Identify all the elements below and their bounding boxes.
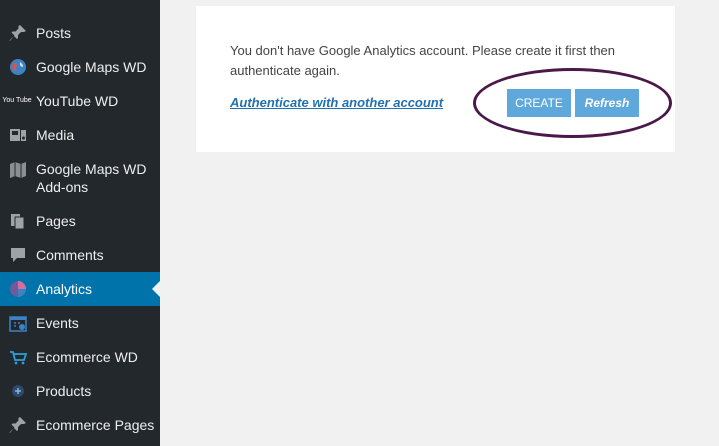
sidebar-item-label: Posts (36, 25, 72, 41)
sidebar-item-label: Pages (36, 213, 76, 229)
sidebar-item-media[interactable]: Media (0, 124, 160, 146)
sidebar-item-analytics[interactable]: Analytics (0, 272, 160, 306)
authenticate-another-account-link[interactable]: Authenticate with another account (230, 95, 443, 110)
globe-icon (8, 57, 28, 77)
sidebar-item-label: Analytics (36, 281, 93, 297)
sidebar-item-label-line2: Add-ons (36, 179, 89, 195)
sidebar-item-google-maps-wd[interactable]: Google Maps WD (0, 56, 160, 78)
sidebar-item-events[interactable]: Events (0, 312, 160, 334)
cart-icon (8, 347, 28, 367)
youtube-icon: You Tube (2, 97, 32, 104)
media-icon (8, 125, 28, 145)
analytics-auth-panel: You don't have Google Analytics account.… (196, 6, 675, 152)
sidebar-item-label: Comments (36, 247, 104, 263)
pushpin-icon (8, 23, 28, 43)
sidebar-item-label: Google Maps WD (36, 59, 147, 75)
calendar-icon (8, 313, 28, 333)
sidebar-item-google-maps-wd-addons[interactable]: Google Maps WD Add-ons (0, 158, 160, 198)
admin-sidebar: Posts Google Maps WD You Tube YouTube WD… (0, 0, 160, 446)
sidebar-item-posts[interactable]: Posts (0, 22, 160, 44)
sidebar-item-comments[interactable]: Comments (0, 244, 160, 266)
create-button[interactable]: CREATE (507, 89, 571, 117)
sidebar-item-label: Ecommerce Pages (36, 417, 155, 433)
sidebar-item-youtube-wd[interactable]: You Tube YouTube WD (0, 90, 160, 112)
sidebar-item-ecommerce-pages[interactable]: Ecommerce Pages (0, 414, 160, 436)
sidebar-item-label: Events (36, 315, 79, 331)
sidebar-item-label: Ecommerce WD (36, 349, 138, 365)
sidebar-item-ecommerce-wd[interactable]: Ecommerce WD (0, 346, 160, 368)
pushpin-icon (8, 415, 28, 435)
sidebar-item-label: Products (36, 383, 92, 399)
sidebar-item-products[interactable]: Products (0, 380, 160, 402)
map-addons-icon (8, 160, 28, 180)
sidebar-item-label: YouTube WD (36, 93, 119, 109)
sidebar-item-label: Media (36, 127, 75, 143)
pages-icon (8, 211, 28, 231)
sidebar-item-label: Google Maps WD (36, 161, 147, 177)
sidebar-item-pages[interactable]: Pages (0, 210, 160, 232)
analytics-icon (8, 279, 28, 299)
refresh-button[interactable]: Refresh (575, 89, 639, 117)
products-icon (8, 381, 28, 401)
no-account-message: You don't have Google Analytics account.… (230, 43, 616, 78)
comment-icon (8, 245, 28, 265)
